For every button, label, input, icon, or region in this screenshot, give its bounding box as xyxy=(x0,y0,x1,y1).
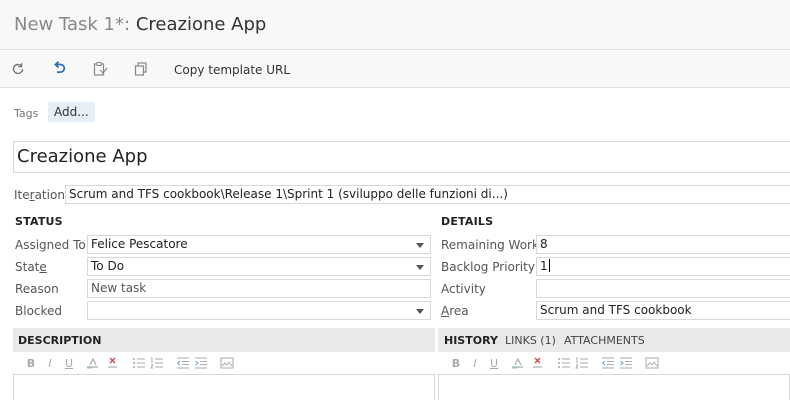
activity-label: Activity xyxy=(441,282,486,296)
bold-button[interactable]: B xyxy=(448,355,464,371)
description-heading: DESCRIPTION xyxy=(18,334,102,347)
page-title: New Task 1*: Creazione App xyxy=(14,14,266,35)
tab-history[interactable]: HISTORY xyxy=(444,334,498,347)
highlight-icon[interactable] xyxy=(510,355,526,371)
title-name: Creazione App xyxy=(135,14,267,35)
assigned-to-label: Assigned To xyxy=(15,238,86,252)
copy-icon[interactable] xyxy=(132,60,150,78)
copy-template-url-button[interactable]: Copy template URL xyxy=(174,63,290,77)
italic-button[interactable]: I xyxy=(42,355,58,371)
numbered-list-icon[interactable] xyxy=(574,355,590,371)
chevron-down-icon xyxy=(416,309,424,314)
assigned-to-select[interactable]: Felice Pescatore xyxy=(87,235,431,254)
history-editor-toolbar: B I U xyxy=(438,355,790,373)
refresh-icon[interactable] xyxy=(9,60,27,78)
add-tag-button[interactable]: Add... xyxy=(48,102,95,122)
description-header: DESCRIPTION xyxy=(13,328,435,352)
clipboard-icon[interactable] xyxy=(91,60,109,78)
outdent-icon[interactable] xyxy=(600,355,616,371)
iteration-field[interactable]: Scrum and TFS cookbook\Release 1\Sprint … xyxy=(65,185,790,204)
text-cursor xyxy=(548,259,550,272)
tab-attachments[interactable]: ATTACHMENTS xyxy=(564,334,645,347)
title-bar: New Task 1*: Creazione App xyxy=(0,0,790,50)
title-prefix: New Task 1*: xyxy=(14,14,131,35)
bullet-list-icon[interactable] xyxy=(131,355,147,371)
reason-field[interactable]: New task xyxy=(87,279,431,298)
underline-button[interactable]: U xyxy=(61,355,77,371)
highlight-icon[interactable] xyxy=(85,355,101,371)
clear-format-icon[interactable] xyxy=(530,355,546,371)
bullet-list-icon[interactable] xyxy=(556,355,572,371)
clear-format-icon[interactable] xyxy=(105,355,121,371)
backlog-priority-input[interactable]: 1 xyxy=(536,257,790,276)
state-select[interactable]: To Do xyxy=(87,257,431,276)
underline-button[interactable]: U xyxy=(486,355,502,371)
state-label: State xyxy=(15,260,47,274)
remaining-work-label: Remaining Work xyxy=(441,238,539,252)
numbered-list-icon[interactable] xyxy=(149,355,165,371)
description-editor-toolbar: B I U xyxy=(13,355,435,373)
chevron-down-icon xyxy=(416,265,424,270)
area-field[interactable]: Scrum and TFS cookbook xyxy=(536,301,790,320)
history-header: HISTORY LINKS (1) ATTACHMENTS xyxy=(438,328,790,352)
image-icon[interactable] xyxy=(219,355,235,371)
outdent-icon[interactable] xyxy=(175,355,191,371)
status-heading: STATUS xyxy=(15,215,63,228)
remaining-work-input[interactable]: 8 xyxy=(536,235,790,254)
italic-button[interactable]: I xyxy=(467,355,483,371)
description-editor[interactable] xyxy=(13,374,435,400)
tab-links[interactable]: LINKS (1) xyxy=(505,334,556,347)
activity-select[interactable] xyxy=(536,279,790,298)
work-item-title-input[interactable]: Creazione App xyxy=(13,141,790,173)
undo-icon[interactable] xyxy=(50,60,68,78)
bold-button[interactable]: B xyxy=(23,355,39,371)
blocked-label: Blocked xyxy=(15,304,63,318)
toolbar: Copy template URL xyxy=(0,50,790,88)
iteration-label: Iteration xyxy=(14,188,65,202)
indent-icon[interactable] xyxy=(193,355,209,371)
indent-icon[interactable] xyxy=(618,355,634,371)
history-editor[interactable] xyxy=(438,374,790,400)
chevron-down-icon xyxy=(416,243,424,248)
details-heading: DETAILS xyxy=(441,215,494,228)
backlog-priority-label: Backlog Priority xyxy=(441,260,535,274)
blocked-select[interactable] xyxy=(87,301,431,320)
area-label: Area xyxy=(441,304,469,318)
tags-label: Tags xyxy=(14,107,39,120)
image-icon[interactable] xyxy=(644,355,660,371)
reason-label: Reason xyxy=(15,282,59,296)
